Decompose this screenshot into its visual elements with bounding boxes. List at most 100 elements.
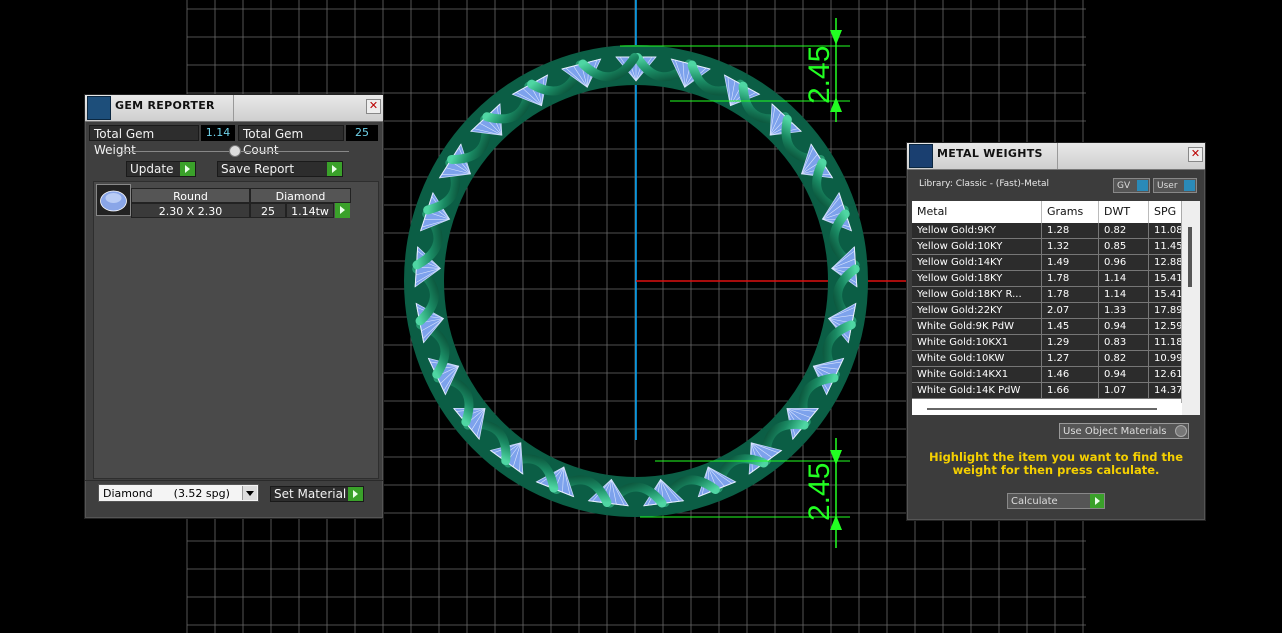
- metal-cell: Yellow Gold:14KY: [912, 255, 1042, 271]
- close-icon[interactable]: ✕: [1188, 147, 1203, 162]
- material-select-value: Diamond (3.52 spg): [103, 487, 230, 500]
- metal-weights-table: Metal Grams DWT SPG Yellow Gold:9KY 1.28 0…: [912, 201, 1200, 415]
- grams-column-header[interactable]: Grams: [1042, 201, 1099, 223]
- toggle-icon: [1137, 180, 1148, 191]
- spg-cell: 14.37: [1149, 383, 1182, 399]
- vertical-scrollbar[interactable]: [1181, 201, 1200, 415]
- spg-cell: 11.18: [1149, 335, 1182, 351]
- dwt-cell: 0.82: [1099, 223, 1149, 239]
- save-report-button[interactable]: Save Report: [217, 161, 343, 177]
- user-toggle-label: User: [1157, 181, 1178, 191]
- metal-cell: White Gold:10KX1: [912, 335, 1042, 351]
- chevron-down-icon: [242, 486, 257, 500]
- metal-column-header[interactable]: Metal: [912, 201, 1042, 223]
- dwt-cell: 1.33: [1099, 303, 1149, 319]
- total-gem-count-label: Total Gem Count: [238, 125, 344, 157]
- table-row[interactable]: Yellow Gold:10KY 1.32 0.85 11.45: [912, 239, 1182, 255]
- metal-weights-panel: METAL WEIGHTS ✕ Library: Classic - (Fast…: [906, 142, 1206, 521]
- metal-cell: White Gold:10KW: [912, 351, 1042, 367]
- update-button-label: Update: [130, 162, 174, 176]
- play-arrow-icon: [327, 162, 342, 176]
- dwt-cell: 0.83: [1099, 335, 1149, 351]
- table-row[interactable]: White Gold:9K PdW 1.45 0.94 12.59: [912, 319, 1182, 335]
- metal-cell: White Gold:9K PdW: [912, 319, 1042, 335]
- dwt-cell: 0.96: [1099, 255, 1149, 271]
- table-row[interactable]: Yellow Gold:18KY 1.78 1.14 15.41: [912, 271, 1182, 287]
- grams-cell: 1.78: [1042, 271, 1099, 287]
- grams-cell: 1.46: [1042, 367, 1099, 383]
- close-icon[interactable]: ✕: [366, 99, 381, 114]
- metal-cell: White Gold:14KX1: [912, 367, 1042, 383]
- save-report-button-label: Save Report: [221, 162, 295, 176]
- collapse-toggle-icon[interactable]: [229, 145, 241, 157]
- gem-weight-cell[interactable]: 1.14tw: [286, 203, 334, 218]
- play-arrow-icon: [180, 162, 195, 176]
- gem-reporter-panel: GEM REPORTER ✕ Total Gem Weight 1.14 Tot…: [84, 94, 384, 519]
- use-object-materials-toggle[interactable]: Use Object Materials: [1059, 423, 1189, 439]
- grams-cell: 1.66: [1042, 383, 1099, 399]
- round-diamond-icon: [96, 184, 131, 216]
- horizontal-scrollbar[interactable]: [912, 403, 1182, 415]
- gem-reporter-app-icon: [87, 96, 111, 120]
- dwt-cell: 1.07: [1099, 383, 1149, 399]
- spg-cell: 11.45: [1149, 239, 1182, 255]
- play-arrow-icon: [348, 487, 363, 501]
- grams-cell: 1.45: [1042, 319, 1099, 335]
- metal-cell: Yellow Gold:18KY R...: [912, 287, 1042, 303]
- dwt-column-header[interactable]: DWT: [1099, 201, 1149, 223]
- dwt-cell: 0.94: [1099, 367, 1149, 383]
- grams-cell: 1.32: [1042, 239, 1099, 255]
- grams-cell: 1.27: [1042, 351, 1099, 367]
- table-row[interactable]: White Gold:10KW 1.27 0.82 10.99: [912, 351, 1182, 367]
- calculate-button-label: Calculate: [1011, 496, 1058, 507]
- set-material-button[interactable]: Set Material: [270, 486, 364, 502]
- table-row[interactable]: White Gold:10KX1 1.29 0.83 11.18: [912, 335, 1182, 351]
- table-row[interactable]: Yellow Gold:9KY 1.28 0.82 11.08: [912, 223, 1182, 239]
- gv-toggle[interactable]: GV: [1113, 178, 1150, 193]
- total-gem-weight-value: 1.14: [201, 125, 235, 141]
- dwt-cell: 1.14: [1099, 271, 1149, 287]
- grams-cell: 1.49: [1042, 255, 1099, 271]
- table-row[interactable]: Yellow Gold:14KY 1.49 0.96 12.88: [912, 255, 1182, 271]
- dwt-cell: 0.82: [1099, 351, 1149, 367]
- metal-weights-title: METAL WEIGHTS: [937, 147, 1043, 160]
- update-button[interactable]: Update: [126, 161, 196, 177]
- table-row[interactable]: White Gold:14KX1 1.46 0.94 12.61: [912, 367, 1182, 383]
- spg-cell: 17.89: [1149, 303, 1182, 319]
- spg-column-header[interactable]: SPG: [1149, 201, 1182, 223]
- instruction-text: Highlight the item you want to find the …: [929, 450, 1183, 477]
- table-row[interactable]: White Gold:14K PdW 1.66 1.07 14.37: [912, 383, 1182, 399]
- play-arrow-icon: [1090, 494, 1104, 508]
- metal-cell: Yellow Gold:18KY: [912, 271, 1042, 287]
- spg-cell: 12.59: [1149, 319, 1182, 335]
- gem-list: Round Diamond 2.30 X 2.30 25 1.14tw: [93, 181, 379, 479]
- spg-cell: 11.08: [1149, 223, 1182, 239]
- table-row[interactable]: Yellow Gold:18KY R... 1.78 1.14 15.41: [912, 287, 1182, 303]
- shape-header: Round: [131, 188, 250, 203]
- spg-cell: 12.61: [1149, 367, 1182, 383]
- dimension-top-label: 2.45: [803, 46, 836, 104]
- set-material-button-label: Set Material: [274, 487, 347, 501]
- user-toggle[interactable]: User: [1153, 178, 1197, 193]
- metal-cell: Yellow Gold:10KY: [912, 239, 1042, 255]
- library-label: Library: Classic - (Fast)-Metal: [919, 179, 1050, 189]
- radio-icon: [1175, 425, 1187, 437]
- gem-row-go-button[interactable]: [335, 203, 350, 218]
- use-object-materials-label: Use Object Materials: [1063, 426, 1167, 437]
- gem-reporter-titlebar[interactable]: GEM REPORTER ✕: [85, 95, 383, 122]
- metal-weights-titlebar[interactable]: METAL WEIGHTS ✕: [907, 143, 1205, 170]
- spg-cell: 15.41: [1149, 287, 1182, 303]
- table-row[interactable]: Yellow Gold:22KY 2.07 1.33 17.89: [912, 303, 1182, 319]
- grams-cell: 1.28: [1042, 223, 1099, 239]
- metal-cell: Yellow Gold:22KY: [912, 303, 1042, 319]
- dimension-bottom-label: 2.45: [803, 463, 836, 521]
- gv-toggle-label: GV: [1117, 181, 1131, 191]
- material-header: Diamond: [250, 188, 351, 203]
- divider: [85, 480, 383, 481]
- metal-weights-app-icon: [909, 144, 933, 168]
- gem-count-cell[interactable]: 25: [250, 203, 286, 218]
- gem-size-cell[interactable]: 2.30 X 2.30: [131, 203, 250, 218]
- material-select[interactable]: Diamond (3.52 spg): [98, 484, 259, 502]
- calculate-button[interactable]: Calculate: [1007, 493, 1105, 509]
- gem-reporter-title: GEM REPORTER: [115, 99, 215, 112]
